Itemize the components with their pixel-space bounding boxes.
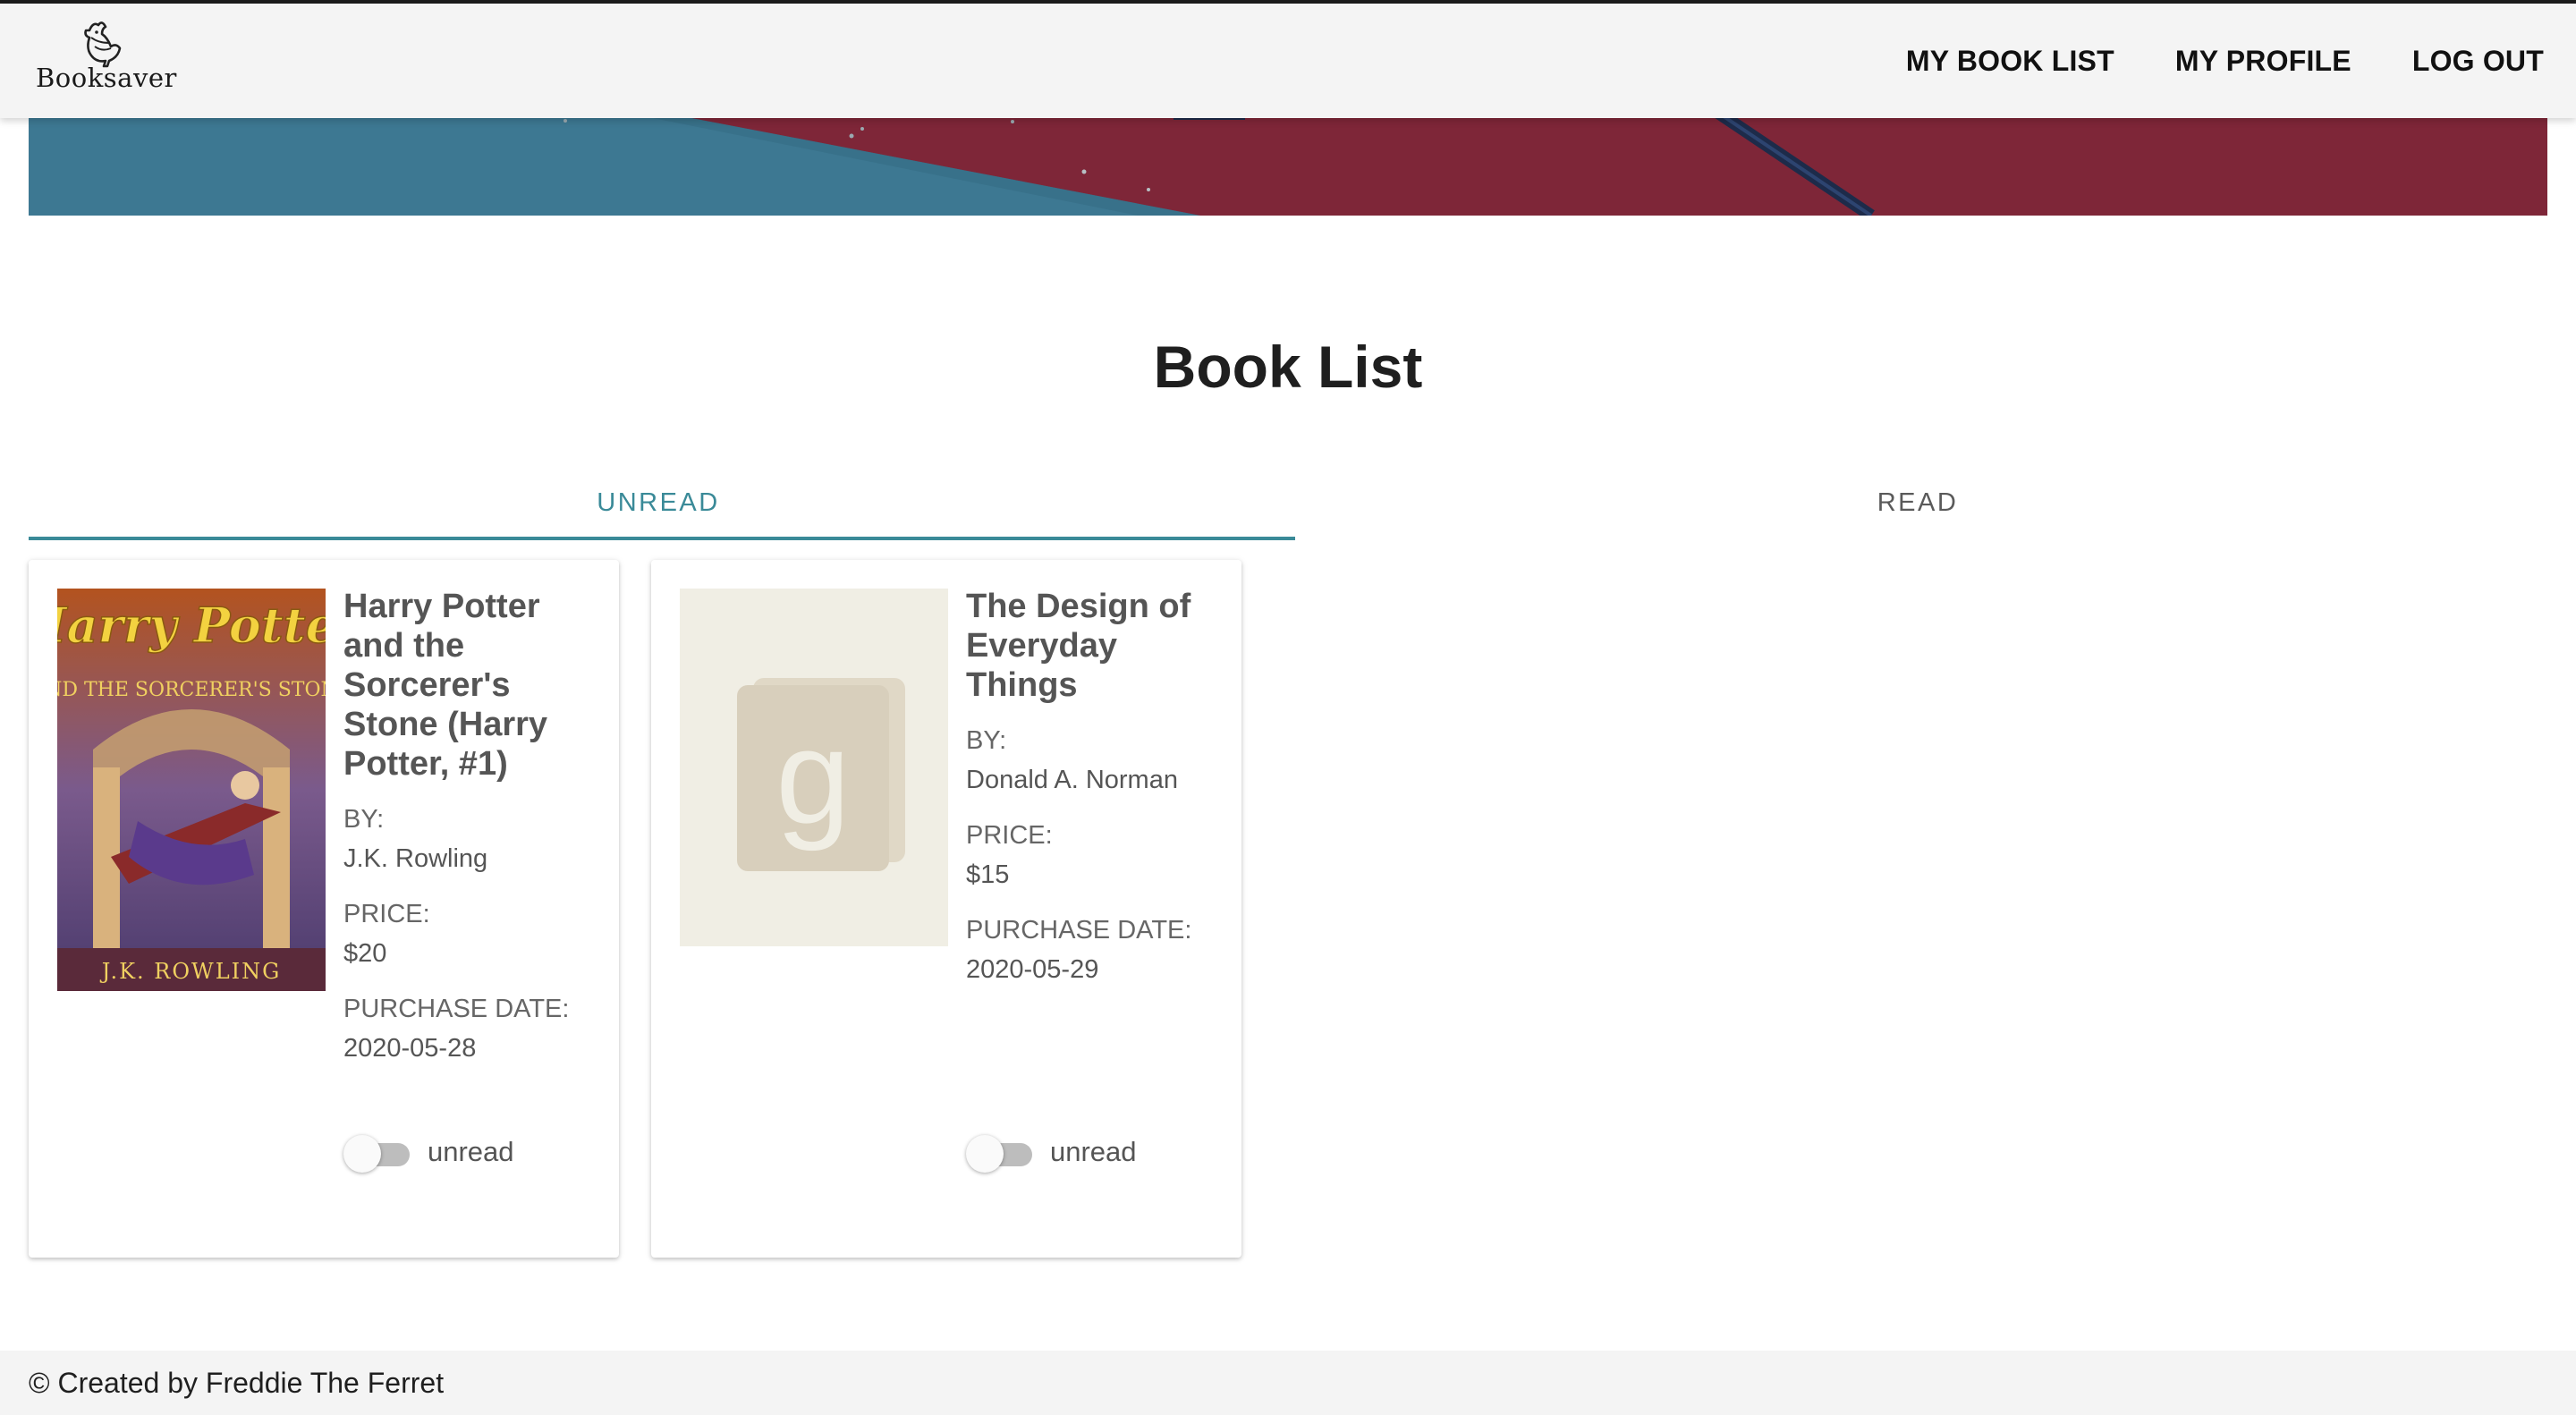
footer-credit: © Created by Freddie The Ferret xyxy=(29,1367,445,1399)
goodreads-placeholder-icon: g xyxy=(680,589,948,946)
top-app-bar: Booksaver MY BOOK LIST MY PROFILE LOG OU… xyxy=(0,4,2576,118)
price-label: PRICE: xyxy=(343,900,430,928)
book-card: g The Design of Everyday Things BY: Dona… xyxy=(651,560,1241,1258)
read-toggle-row: unread xyxy=(966,1132,1137,1173)
toggle-thumb[interactable] xyxy=(343,1135,381,1173)
read-status-label: unread xyxy=(428,1136,514,1167)
tab-read[interactable]: READ xyxy=(1288,465,2547,540)
tab-indicator xyxy=(29,537,1295,540)
book-info: Harry Potter and the Sorcerer's Stone (H… xyxy=(343,587,603,1086)
tab-unread[interactable]: UNREAD xyxy=(29,465,1288,540)
author-label: BY: xyxy=(966,726,1007,755)
tab-bar: UNREAD READ xyxy=(29,465,2547,540)
booksaver-logo[interactable]: Booksaver xyxy=(32,18,177,104)
cover-author: J.K. ROWLING xyxy=(99,959,282,984)
rooster-icon xyxy=(84,21,122,68)
purchase-date-value: 2020-05-29 xyxy=(966,955,1099,984)
page-title: Book List xyxy=(1153,334,1423,400)
purchase-date-label: PURCHASE DATE: xyxy=(343,995,570,1023)
purchase-date-value: 2020-05-28 xyxy=(343,1034,477,1063)
price-label: PRICE: xyxy=(966,821,1053,850)
nav-my-profile[interactable]: MY PROFILE xyxy=(2175,45,2351,78)
toggle-thumb[interactable] xyxy=(966,1135,1004,1173)
book-title: The Design of Everyday Things xyxy=(966,588,1191,704)
cover-title: Harry Potter xyxy=(57,597,326,654)
book-info: The Design of Everyday Things BY: Donald… xyxy=(966,587,1225,1007)
author-value: J.K. Rowling xyxy=(343,844,488,873)
read-toggle-switch[interactable] xyxy=(966,1132,1036,1173)
nav-my-book-list[interactable]: MY BOOK LIST xyxy=(1906,45,2114,78)
footer: © Created by Freddie The Ferret xyxy=(0,1351,2576,1415)
cover-subtitle: AND THE SORCERER'S STONE xyxy=(57,679,326,701)
read-toggle-switch[interactable] xyxy=(343,1132,413,1173)
price-value: $15 xyxy=(966,860,1010,889)
price-value: $20 xyxy=(343,939,387,968)
book-cover-image: Harry Potter AND THE SORCERER'S STONE J.… xyxy=(57,589,326,991)
book-title: Harry Potter and the Sorcerer's Stone (H… xyxy=(343,588,548,783)
read-status-label: unread xyxy=(1050,1136,1137,1167)
author-value: Donald A. Norman xyxy=(966,766,1178,794)
read-toggle-row: unread xyxy=(343,1132,514,1173)
logo-text: Booksaver xyxy=(36,63,177,93)
book-card: Harry Potter AND THE SORCERER'S STONE J.… xyxy=(29,560,619,1258)
main-nav: MY BOOK LIST MY PROFILE LOG OUT xyxy=(1906,4,2544,118)
purchase-date-label: PURCHASE DATE: xyxy=(966,916,1192,945)
nav-log-out[interactable]: LOG OUT xyxy=(2412,45,2544,78)
author-label: BY: xyxy=(343,805,385,834)
placeholder-glyph: g xyxy=(775,701,850,852)
